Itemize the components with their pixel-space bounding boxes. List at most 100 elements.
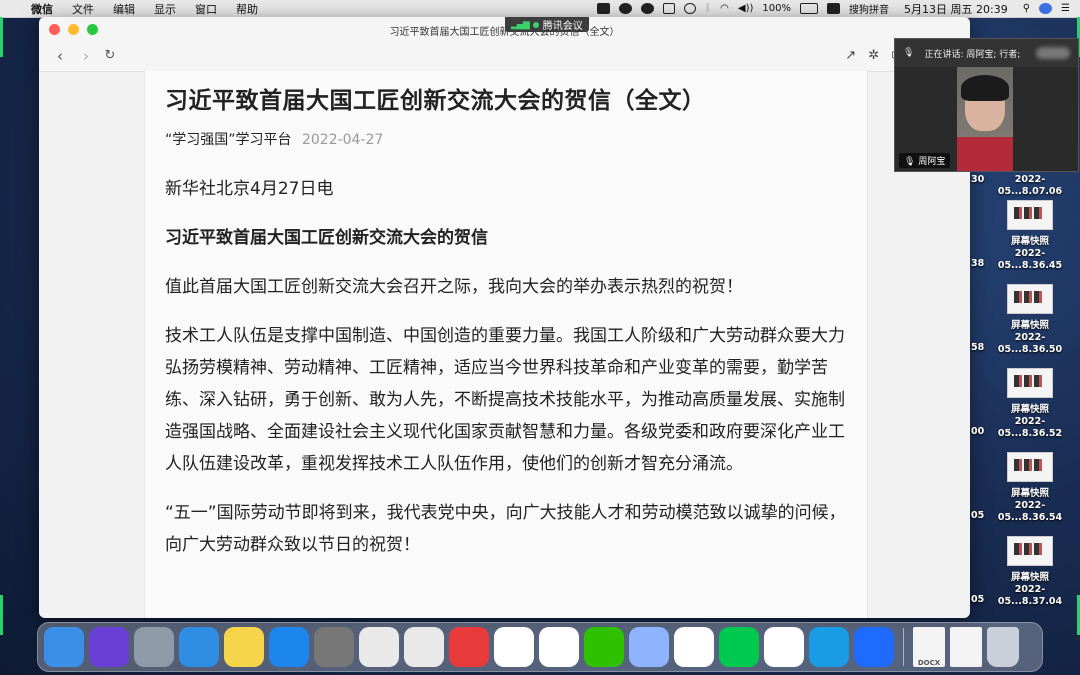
menu-edit[interactable]: 编辑 (113, 1, 135, 17)
document-thumbnail-icon[interactable] (950, 627, 982, 667)
file-time: 2022-05...8.36.50 (997, 332, 1063, 355)
qq-icon[interactable] (539, 627, 579, 667)
file-name: 屏幕快照 (1010, 488, 1049, 499)
notes-icon[interactable] (224, 627, 264, 667)
microphone-small-icon: 🎙︎ (904, 157, 916, 167)
wps-status-icon[interactable] (597, 3, 611, 14)
file-time: 2022-05...8.37.04 (997, 584, 1063, 607)
desktop-edge-label: 58 (971, 342, 985, 353)
sogou-icon[interactable] (827, 3, 840, 14)
safari-icon[interactable] (179, 627, 219, 667)
meeting-video-window[interactable]: 🎙︎ 正在讲话: 周阿宝; 行者; 🎙︎ 周阿宝 (894, 38, 1079, 172)
file-time: 2022-05...8.36.52 (997, 416, 1063, 439)
window-toolbar: ‹ › ↻ ↗ ✲ ⬡ A (39, 43, 970, 72)
speaking-indicator: 正在讲话: 周阿宝; 行者; (924, 49, 1021, 60)
wechat-status-icon[interactable] (619, 3, 633, 14)
screenshot-thumbnail (1007, 368, 1053, 398)
recording-dot-icon (532, 21, 539, 28)
video-avatar-blur (1036, 47, 1070, 59)
screenshot-thumbnail (1007, 200, 1053, 230)
desktop-screenshot-file[interactable]: 屏幕快照 2022-05...8.36.45 (990, 200, 1070, 272)
screenshot-thumbnail (1007, 536, 1053, 566)
meeting-share-badge[interactable]: ▂▄▆ 腾讯会议 (505, 17, 589, 32)
menu-file[interactable]: 文件 (72, 1, 94, 17)
menu-app-name[interactable]: 微信 (31, 1, 53, 17)
file-name: 屏幕快照 (1010, 236, 1049, 247)
feishu-icon[interactable] (629, 627, 669, 667)
trash-icon[interactable] (987, 627, 1019, 667)
participant-namebar: 🎙︎ 周阿宝 (899, 153, 951, 168)
refresh-icon[interactable]: ↻ (101, 48, 119, 63)
input-method-label[interactable]: 搜狗拼音 (849, 1, 889, 16)
back-icon[interactable]: ‹ (51, 47, 69, 65)
desktop-edge-label: 00 (971, 426, 985, 437)
tencent-video-icon[interactable] (674, 627, 714, 667)
file-time: 2022-05...8.36.45 (997, 248, 1063, 271)
article-source: “学习强国”学习平台 (165, 132, 292, 148)
time-machine-icon[interactable] (684, 3, 697, 14)
menu-help[interactable]: 帮助 (236, 1, 258, 17)
article-window: 习近平致首届大国工匠创新交流大会的贺信（全文） ‹ › ↻ ↗ ✲ ⬡ A 习近… (39, 17, 970, 618)
desktop-screenshot-file[interactable]: 屏幕快照 2022-05...8.36.52 (990, 368, 1070, 440)
forward-icon[interactable]: › (77, 47, 95, 65)
dock: DOCX (37, 622, 1043, 672)
screenshot-thumbnail (1007, 284, 1053, 314)
desktop-screenshot-file[interactable]: 2022-05...8.07.06 (990, 174, 1070, 198)
desktop-edge-label: 05 (971, 594, 985, 605)
menubar-clock[interactable]: 5月13日 周五 20:39 (904, 1, 1008, 17)
launchpad-icon[interactable] (134, 627, 174, 667)
article-meta: “学习强国”学习平台 2022-04-27 (165, 129, 855, 149)
browser-icon[interactable] (809, 627, 849, 667)
compass-icon[interactable]: ✲ (868, 48, 879, 63)
participant-name: 周阿宝 (918, 157, 946, 167)
article-paragraph: “五一”国际劳动节即将到来，我代表党中央，向广大技能人才和劳动模范致以诚挚的问候… (165, 503, 846, 555)
desktop-screenshot-file[interactable]: 屏幕快照 2022-05...8.36.54 (990, 452, 1070, 524)
file-name: 屏幕快照 (1010, 404, 1049, 415)
menu-window[interactable]: 窗口 (195, 1, 217, 17)
microphone-icon: 🎙︎ (903, 48, 915, 58)
share-frame-edge-left-top (0, 17, 3, 57)
siri-icon[interactable] (89, 627, 129, 667)
article-paragraph: 值此首届大国工匠创新交流大会召开之际，我向大会的举办表示热烈的祝贺！ (165, 277, 743, 297)
article-paragraph: 技术工人队伍是支撑中国制造、中国创造的重要力量。我国工人阶级和广大劳动群众要大力… (165, 326, 845, 474)
siri-menubar-icon[interactable] (1039, 3, 1053, 14)
file-time: 2022-05...8.36.54 (997, 500, 1063, 523)
participant-shirt (957, 137, 1013, 171)
battery-percent: 100% (762, 3, 791, 14)
share-icon[interactable]: ↗ (845, 48, 856, 63)
wechat-icon[interactable] (584, 627, 624, 667)
iqiyi-icon[interactable] (719, 627, 759, 667)
spotlight-search-icon[interactable]: ⚲ (1023, 3, 1030, 14)
wps-office-icon[interactable] (494, 627, 534, 667)
finder-icon[interactable] (44, 627, 84, 667)
file-name: 屏幕快照 (1010, 320, 1049, 331)
menu-view[interactable]: 显示 (154, 1, 176, 17)
share-frame-edge-left-bottom (0, 595, 3, 635)
wifi-icon[interactable]: ◠ (720, 3, 729, 14)
article-headline: 习近平致首届大国工匠创新交流大会的贺信（全文） (165, 88, 706, 114)
article-dateline: 新华社北京4月27日电 (165, 179, 334, 199)
desktop-edge-label: 30 (971, 174, 985, 185)
baidu-netdisk-icon[interactable] (764, 627, 804, 667)
desktop-screenshot-file[interactable]: 屏幕快照 2022-05...8.36.50 (990, 284, 1070, 356)
app-store-icon[interactable] (269, 627, 309, 667)
control-center-icon[interactable]: ☰ (1061, 3, 1070, 14)
wps-spreadsheet-icon[interactable] (404, 627, 444, 667)
creative-cloud-icon[interactable] (641, 3, 655, 14)
signal-bars-icon: ▂▄▆ (511, 19, 530, 30)
wps-presentation-icon[interactable] (359, 627, 399, 667)
desktop-edge-label: 38 (971, 258, 985, 269)
netease-music-icon[interactable] (449, 627, 489, 667)
battery-icon[interactable] (800, 3, 818, 14)
desktop-edge-label: 05 (971, 510, 985, 521)
meeting-badge-label: 腾讯会议 (542, 21, 583, 32)
file-name: 屏幕快照 (1010, 572, 1049, 583)
volume-icon[interactable]: ◀)) (738, 3, 754, 14)
system-preferences-icon[interactable] (314, 627, 354, 667)
bluetooth-icon[interactable]: ᛒ (705, 3, 711, 14)
tencent-meeting-icon[interactable] (854, 627, 894, 667)
desktop-screenshot-file[interactable]: 屏幕快照 2022-05...8.37.04 (990, 536, 1070, 608)
participant-video (957, 67, 1013, 171)
docx-file-icon[interactable]: DOCX (913, 627, 945, 667)
input-source-icon[interactable] (663, 3, 676, 14)
